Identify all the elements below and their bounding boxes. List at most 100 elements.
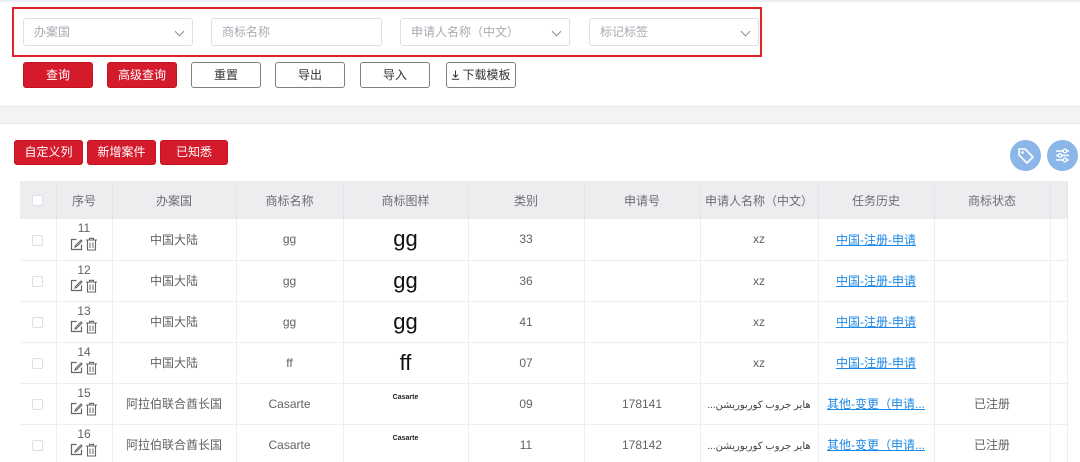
- trash-icon[interactable]: [85, 237, 98, 254]
- edit-icon[interactable]: [70, 279, 83, 295]
- office-cell: 阿拉伯联合酋长国: [112, 383, 237, 425]
- edit-icon[interactable]: [70, 361, 83, 377]
- spacer-cell: [1050, 301, 1068, 343]
- class-cell: 07: [468, 342, 585, 384]
- history-cell: 中国-注册-申请: [818, 219, 935, 261]
- download-icon: [452, 70, 460, 80]
- header-no: 序号: [56, 181, 113, 219]
- history-cell: 其他-变更（申请...: [818, 383, 935, 425]
- column-settings-button[interactable]: [1047, 140, 1078, 171]
- trash-icon[interactable]: [85, 443, 98, 460]
- trademark-name-cell: Casarte: [236, 383, 344, 425]
- office-select[interactable]: 办案国: [23, 18, 193, 46]
- select-all-checkbox[interactable]: [32, 195, 44, 207]
- sliders-icon: [1056, 148, 1069, 163]
- history-cell: 中国-注册-申请: [818, 301, 935, 343]
- row-index-cell: 16: [56, 424, 113, 462]
- row-checkbox[interactable]: [32, 398, 44, 410]
- applicant-cell: xz: [700, 342, 819, 384]
- trademark-image: Casarte: [392, 393, 419, 401]
- row-checkbox[interactable]: [32, 439, 44, 451]
- row-checkbox[interactable]: [32, 316, 44, 328]
- history-link[interactable]: 中国-注册-申请: [836, 274, 916, 288]
- row-select-cell[interactable]: [20, 424, 57, 462]
- header-class: 类别: [468, 181, 585, 219]
- trash-icon[interactable]: [85, 279, 98, 296]
- applicant-name: xz: [753, 232, 765, 247]
- spacer-cell: [1050, 219, 1068, 261]
- row-number: 14: [77, 344, 91, 359]
- trash-icon[interactable]: [85, 402, 98, 419]
- download-template-button[interactable]: 下载模板: [446, 62, 516, 88]
- spacer-cell: [1050, 383, 1068, 425]
- class-cell: 33: [468, 219, 585, 261]
- new-case-button[interactable]: 新增案件: [87, 140, 156, 165]
- row-select-cell[interactable]: [20, 219, 57, 261]
- known-button[interactable]: 已知悉: [160, 140, 228, 165]
- app-no-cell: [584, 260, 701, 302]
- trademark-name-input[interactable]: 商标名称: [211, 18, 382, 46]
- trademark-name-cell: gg: [236, 219, 344, 261]
- row-select-cell[interactable]: [20, 260, 57, 302]
- edit-icon[interactable]: [70, 443, 83, 459]
- trash-icon[interactable]: [85, 320, 98, 337]
- select-all-cell[interactable]: [20, 181, 57, 219]
- trademark-image-cell: gg: [343, 219, 469, 261]
- row-checkbox[interactable]: [32, 234, 44, 246]
- history-link[interactable]: 中国-注册-申请: [836, 356, 916, 370]
- row-checkbox[interactable]: [32, 357, 44, 369]
- applicant-cell: ...هاير جروب كوربوريشن: [700, 424, 819, 462]
- applicant-name-select[interactable]: 申请人名称（中文）: [400, 18, 570, 46]
- class-cell: 09: [468, 383, 585, 425]
- trademark-image-cell: ff: [343, 342, 469, 384]
- reset-button[interactable]: 重置: [191, 62, 261, 88]
- applicant-cell: ...هاير جروب كوربوريشن: [700, 383, 819, 425]
- header-status: 商标状态: [934, 181, 1051, 219]
- history-link[interactable]: 其他-变更（申请...: [827, 438, 925, 452]
- status-cell: [934, 260, 1051, 302]
- search-button[interactable]: 查询: [23, 62, 93, 88]
- app-no-cell: 178142: [584, 424, 701, 462]
- edit-icon[interactable]: [70, 402, 83, 418]
- header-office: 办案国: [112, 181, 237, 219]
- row-select-cell[interactable]: [20, 301, 57, 343]
- trademark-name-cell: gg: [236, 301, 344, 343]
- download-template-label: 下载模板: [462, 68, 511, 82]
- import-button[interactable]: 导入: [360, 62, 430, 88]
- history-link[interactable]: 中国-注册-申请: [836, 315, 916, 329]
- chevron-down-icon: [740, 26, 751, 37]
- row-select-cell[interactable]: [20, 383, 57, 425]
- header-spacer: [1050, 181, 1068, 219]
- edit-icon[interactable]: [70, 238, 83, 254]
- advanced-search-button[interactable]: 高级查询: [107, 62, 177, 88]
- applicant-cell: xz: [700, 301, 819, 343]
- table-row: 15 阿拉伯联合酋长国 Casarte Casarte 09 178141 ...هاير …: [20, 383, 1068, 425]
- trademark-image-cell: gg: [343, 260, 469, 302]
- tag-button[interactable]: [1010, 140, 1041, 171]
- history-link[interactable]: 中国-注册-申请: [836, 233, 916, 247]
- row-select-cell[interactable]: [20, 342, 57, 384]
- edit-icon[interactable]: [70, 320, 83, 336]
- applicant-name: xz: [753, 355, 765, 370]
- header-applicant: 申请人名称（中文）: [700, 181, 819, 219]
- row-checkbox[interactable]: [32, 275, 44, 287]
- header-history: 任务历史: [818, 181, 935, 219]
- export-button[interactable]: 导出: [275, 62, 345, 88]
- applicant-name-placeholder: 申请人名称（中文）: [411, 25, 520, 39]
- trademark-name-placeholder: 商标名称: [222, 25, 271, 39]
- row-index-cell: 11: [56, 219, 113, 261]
- applicant-name: ...هاير جروب كوربوريشن: [707, 399, 811, 411]
- custom-columns-button[interactable]: 自定义列: [14, 140, 83, 165]
- app-no-cell: [584, 301, 701, 343]
- applicant-cell: xz: [700, 219, 819, 261]
- office-cell: 阿拉伯联合酋长国: [112, 424, 237, 462]
- spacer-cell: [1050, 342, 1068, 384]
- history-cell: 中国-注册-申请: [818, 260, 935, 302]
- history-link[interactable]: 其他-变更（申请...: [827, 397, 925, 411]
- row-number: 15: [77, 385, 91, 400]
- trademark-image-cell: gg: [343, 301, 469, 343]
- trash-icon[interactable]: [85, 361, 98, 378]
- trademark-image-cell: Casarte: [343, 383, 469, 425]
- trademark-image: Casarte: [392, 434, 419, 442]
- tag-select[interactable]: 标记标签: [589, 18, 759, 46]
